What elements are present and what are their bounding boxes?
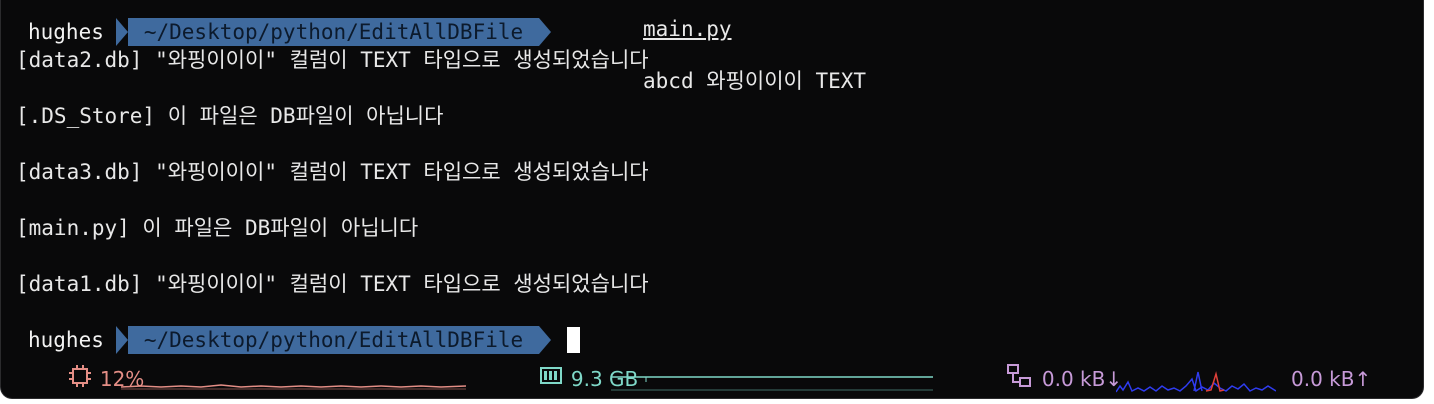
network-down-status: 0.0 kB↓ bbox=[955, 364, 1123, 392]
output-line: [.DS_Store] 이 파일은 DB파일이 아닙니다 bbox=[16, 104, 444, 128]
network-traffic-graph bbox=[1116, 371, 1276, 393]
prompt-path: ~/Desktop/python/EditAllDBFile bbox=[115, 326, 552, 354]
cpu-usage-graph bbox=[121, 384, 466, 390]
output-line: [data2.db] "와핑이이이" 컬럼이 TEXT 타입으로 생성되었습니다 bbox=[16, 48, 649, 72]
network-upload-value: 0.0 kB↑ bbox=[1291, 367, 1372, 391]
network-icon bbox=[955, 337, 1034, 398]
prompt-line-1: hughes ~/Desktop/python/EditAllDBFile py… bbox=[16, 17, 866, 93]
text-cursor bbox=[567, 327, 581, 353]
prompt-path: ~/Desktop/python/EditAllDBFile bbox=[115, 18, 552, 46]
network-up-status: 0.0 kB↑ bbox=[1291, 366, 1371, 392]
status-bar: 12% 9.3 GB 0.0 kB↓ 0.0 kB↑ bbox=[1, 360, 1423, 398]
memory-module-icon bbox=[488, 339, 563, 398]
network-download-value: 0.0 kB↓ bbox=[1041, 367, 1123, 391]
command-file-argument[interactable]: main.py bbox=[643, 17, 732, 41]
cpu-chip-icon bbox=[17, 338, 92, 398]
output-line: [data1.db] "와핑이이이" 컬럼이 TEXT 타입으로 생성되었습니다 bbox=[16, 272, 649, 296]
memory-usage-graph bbox=[611, 376, 933, 391]
command-arguments: abcd 와핑이이이 TEXT bbox=[643, 69, 867, 93]
terminal-window[interactable]: hughes ~/Desktop/python/EditAllDBFile py… bbox=[0, 0, 1424, 399]
prompt-user: hughes bbox=[28, 20, 104, 44]
output-line: [data3.db] "와핑이이이" 컬럼이 TEXT 타입으로 생성되었습니다 bbox=[16, 160, 649, 184]
output-line: [main.py] 이 파일은 DB파일이 아닙니다 bbox=[16, 216, 419, 240]
